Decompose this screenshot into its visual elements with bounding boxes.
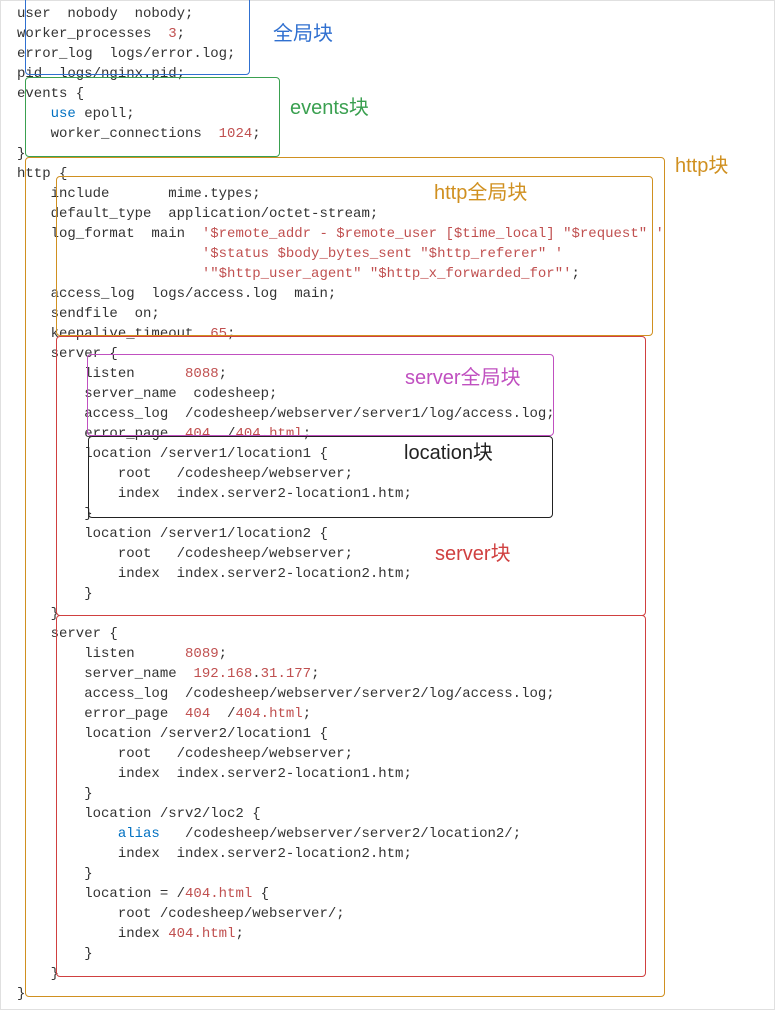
code-line: index index.server2-location1.htm; xyxy=(17,484,774,504)
code-line: root /codesheep/webserver; xyxy=(17,544,774,564)
code-line: error_log logs/error.log; xyxy=(17,44,774,64)
code-line: index 404.html; xyxy=(17,924,774,944)
code-line: pid logs/nginx.pid; xyxy=(17,64,774,84)
code-line: listen 8088; xyxy=(17,364,774,384)
code-line: } xyxy=(17,604,774,624)
code-line: server { xyxy=(17,624,774,644)
code-line: http { xyxy=(17,164,774,184)
code-line: index index.server2-location2.htm; xyxy=(17,844,774,864)
code-line: root /codesheep/webserver/; xyxy=(17,904,774,924)
code-line: events { xyxy=(17,84,774,104)
code-line: } xyxy=(17,964,774,984)
code-line: root /codesheep/webserver; xyxy=(17,744,774,764)
code-line: } xyxy=(17,584,774,604)
code-line: root /codesheep/webserver; xyxy=(17,464,774,484)
code-line: } xyxy=(17,944,774,964)
code-line: worker_connections 1024; xyxy=(17,124,774,144)
code-line: location = /404.html { xyxy=(17,884,774,904)
code-line: } xyxy=(17,864,774,884)
code-line: alias /codesheep/webserver/server2/locat… xyxy=(17,824,774,844)
code-line: location /server2/location1 { xyxy=(17,724,774,744)
code-line: index index.server2-location1.htm; xyxy=(17,764,774,784)
code-line: error_page 404 /404.html; xyxy=(17,704,774,724)
code-line: index index.server2-location2.htm; xyxy=(17,564,774,584)
nginx-config-diagram: user nobody nobody; worker_processes 3; … xyxy=(0,0,775,1010)
code-line: access_log /codesheep/webserver/server2/… xyxy=(17,684,774,704)
code-line: '$status $body_bytes_sent "$http_referer… xyxy=(17,244,774,264)
code-line: location /server1/location2 { xyxy=(17,524,774,544)
code-line: access_log /codesheep/webserver/server1/… xyxy=(17,404,774,424)
code-line: server_name codesheep; xyxy=(17,384,774,404)
code-line: } xyxy=(17,784,774,804)
code-line: } xyxy=(17,984,774,1004)
code-line: server_name 192.168.31.177; xyxy=(17,664,774,684)
code-line: } xyxy=(17,504,774,524)
code-line: access_log logs/access.log main; xyxy=(17,284,774,304)
code-line: sendfile on; xyxy=(17,304,774,324)
code-line: user nobody nobody; xyxy=(17,4,774,24)
code-line: '"$http_user_agent" "$http_x_forwarded_f… xyxy=(17,264,774,284)
code-line: use epoll; xyxy=(17,104,774,124)
code-line: log_format main '$remote_addr - $remote_… xyxy=(17,224,774,244)
code-line: location /srv2/loc2 { xyxy=(17,804,774,824)
code-line: server { xyxy=(17,344,774,364)
code-line: error_page 404 /404.html; xyxy=(17,424,774,444)
code-line: include mime.types; xyxy=(17,184,774,204)
code-line: listen 8089; xyxy=(17,644,774,664)
code-line: location /server1/location1 { xyxy=(17,444,774,464)
code-line: keepalive_timeout 65; xyxy=(17,324,774,344)
code-line: worker_processes 3; xyxy=(17,24,774,44)
code-line: default_type application/octet-stream; xyxy=(17,204,774,224)
code-line: } xyxy=(17,144,774,164)
